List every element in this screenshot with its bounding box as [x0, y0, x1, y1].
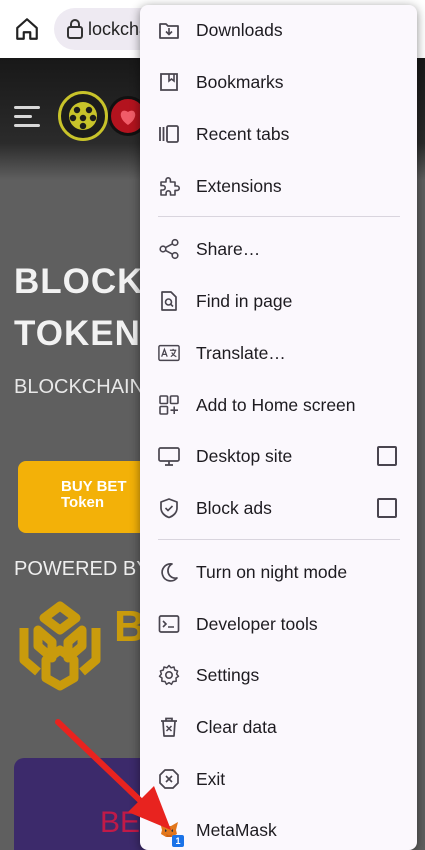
site-logo: [58, 91, 108, 141]
puzzle-icon: [160, 177, 180, 196]
menu-item-downloads[interactable]: Downloads: [140, 8, 417, 52]
menu-item-settings[interactable]: Settings: [140, 653, 417, 697]
desktop-icon: [158, 447, 180, 466]
powered-by-label: POWERED BY: [14, 558, 150, 580]
find-in-page-icon: [161, 291, 177, 311]
menu-item-night-mode[interactable]: Turn on night mode: [140, 550, 417, 594]
moon-icon: [161, 563, 178, 582]
menu-item-recent-tabs[interactable]: Recent tabs: [140, 112, 417, 156]
menu-item-desktop-site[interactable]: Desktop site: [140, 434, 417, 478]
menu-item-bookmarks[interactable]: Bookmarks: [140, 60, 417, 104]
menu-item-clear-data[interactable]: Clear data: [140, 705, 417, 749]
menu-item-exit[interactable]: Exit: [140, 757, 417, 801]
download-icon: [159, 23, 179, 39]
close-circle-icon: [159, 769, 179, 789]
menu-item-extensions[interactable]: Extensions: [140, 164, 417, 208]
desktop-site-checkbox[interactable]: [377, 446, 397, 466]
hamburger-menu-icon[interactable]: [14, 106, 40, 130]
menu-divider: [158, 539, 400, 540]
menu-item-share[interactable]: Share…: [140, 227, 417, 271]
trash-icon: [161, 717, 177, 737]
promo-card-text: BE: [100, 806, 141, 839]
menu-item-find-in-page[interactable]: Find in page: [140, 279, 417, 323]
share-icon: [159, 238, 179, 260]
bnb-logo-icon: [19, 601, 101, 691]
metamask-badge: 1: [172, 835, 184, 847]
browser-overflow-menu: Downloads Bookmarks Recent tabs Extensio…: [140, 5, 417, 850]
hero-subtitle: BLOCKCHAIN: [14, 376, 145, 398]
menu-item-metamask[interactable]: 1 MetaMask: [140, 808, 417, 850]
menu-item-developer-tools[interactable]: Developer tools: [140, 602, 417, 646]
recent-tabs-icon: [159, 125, 179, 143]
translate-icon: [158, 344, 180, 362]
menu-item-block-ads[interactable]: Block ads: [140, 486, 417, 530]
shield-icon: [160, 498, 178, 519]
menu-item-add-to-home-screen[interactable]: Add to Home screen: [140, 383, 417, 427]
add-to-home-icon: [159, 395, 179, 415]
bookmark-icon: [160, 73, 178, 91]
menu-divider: [158, 216, 400, 217]
gear-icon: [158, 664, 180, 686]
home-icon[interactable]: [14, 16, 40, 42]
menu-item-translate[interactable]: Translate…: [140, 331, 417, 375]
terminal-icon: [158, 615, 180, 633]
lock-icon: [67, 19, 83, 39]
block-ads-checkbox[interactable]: [377, 498, 397, 518]
